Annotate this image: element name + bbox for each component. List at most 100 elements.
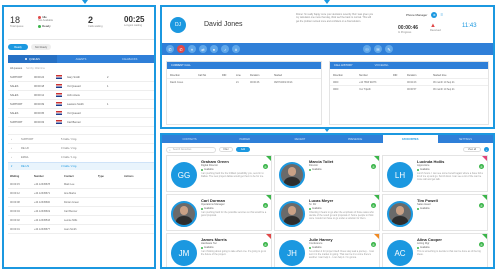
- queue-row[interactable]: SUPPORT 00:00:03 Carl Benner: [8, 118, 154, 127]
- sub-row[interactable]: 00:00:12 +44 12345671 Ana Marks: [8, 189, 154, 198]
- tab-agents[interactable]: AGENTS: [57, 58, 106, 61]
- search-box[interactable]: ⌕ Search favourites: [166, 146, 216, 153]
- current-call-cell: 09/07/2019 09:21: [274, 80, 293, 84]
- directory-tab[interactable]: SETTINGS: [438, 135, 493, 143]
- group-row[interactable]: › RE-UK 0 Calls / 2 Ag.: [8, 143, 154, 152]
- tab-queues[interactable]: QUEUES: [8, 55, 57, 63]
- call-notes: Dinner I'm really happy once your decisi…: [296, 13, 374, 23]
- conference-icon[interactable]: ⚇: [363, 45, 371, 53]
- mute-icon[interactable]: ♪: [221, 45, 229, 53]
- transfer-icon[interactable]: ⇄: [199, 45, 207, 53]
- queue-row[interactable]: SUPPORT 00:00:24 Gary Smith 2: [8, 73, 154, 82]
- group-row[interactable]: › SUPPORT 5 Calls / 3 Ag.: [8, 134, 154, 143]
- favourite-card[interactable]: GG Graham Green Digital Director Available I…: [166, 155, 272, 192]
- flag-icon: [56, 120, 62, 124]
- favourite-card[interactable]: Lucas Meyer Sr. Dir Available Chanting it h…: [274, 194, 380, 231]
- favourite-card[interactable]: LH Lucinda Hollis Apprentice Available Lunch…: [382, 155, 488, 192]
- keypad-icon[interactable]: #: [232, 45, 240, 53]
- ready-button[interactable]: Ready: [8, 44, 28, 50]
- phone-icon[interactable]: ✆: [166, 45, 174, 53]
- view-select[interactable]: View all: [463, 147, 481, 152]
- queue-row-time: 00:00:24: [34, 75, 45, 79]
- current-call-row[interactable]: David Jones 21 00:00:46 09/07/2019 09:21: [167, 78, 321, 85]
- card-status-label: Available: [312, 168, 322, 171]
- call-contact-icon[interactable]: ✆: [263, 203, 268, 208]
- call-contact-icon[interactable]: ✆: [479, 203, 484, 208]
- directory-tabs: CONTACTS PARKED RECENT PRESENCE FAVOURITES SE…: [162, 135, 493, 143]
- call-history-row[interactable]: 0000 +44 7893 91873 00:02:23 06 month 10 Se…: [330, 78, 488, 85]
- call-contact-icon[interactable]: ✆: [371, 242, 376, 247]
- not-ready-button[interactable]: Not Ready: [31, 44, 51, 50]
- group-active[interactable]: ▾ RE-US 3 Calls / 2 Ag.: [8, 162, 154, 170]
- call-contact-icon[interactable]: ✆: [479, 164, 484, 169]
- filter-chip[interactable]: Filter: [219, 147, 233, 152]
- record-icon[interactable]: ●: [210, 45, 218, 53]
- tab-call-history[interactable]: CALL HISTORY: [334, 64, 353, 67]
- note-icon[interactable]: ✎: [385, 45, 393, 53]
- favourite-card[interactable]: AC Alina Cooper Acting Mgr Available This is…: [382, 233, 488, 267]
- sub-row-time: 00:00:01: [10, 227, 20, 231]
- status-dot-icon: [417, 207, 419, 210]
- directory-tab[interactable]: PARKED: [217, 135, 272, 143]
- queue-row[interactable]: SALES 00:00:18 Yet Queued 1: [8, 82, 154, 91]
- call-toolbar: ✆ ✆ ⏸ ⇄ ● ♪ # ⚇ ✉ ✎: [162, 43, 493, 55]
- favourite-card[interactable]: Marcia Tollet Director Available ✆: [274, 155, 380, 192]
- card-status: Available: [417, 207, 485, 210]
- favourite-card[interactable]: JM James Morris Hardware Tec Available I am …: [166, 233, 272, 267]
- hangup-icon[interactable]: ✆: [177, 45, 185, 53]
- call-contact-icon[interactable]: ✆: [263, 164, 268, 169]
- call-contact-icon[interactable]: ✆: [263, 242, 268, 247]
- sub-row[interactable]: 00:00:01 +44 12345677 Jean Smith: [8, 225, 154, 234]
- queue-row[interactable]: SALES 00:00:12 John Anew: [8, 91, 154, 100]
- flag-icon: [56, 75, 62, 79]
- brand-name: Phone Manager: [406, 13, 428, 17]
- call-status-block: ▲ Received: [430, 23, 441, 32]
- tab-callbacks[interactable]: CALLBACKS: [105, 58, 154, 61]
- queue-row-desc: Yet Queued: [67, 84, 81, 88]
- queue-row[interactable]: SUPPORT 00:00:09 Laurens Smith 1: [8, 100, 154, 109]
- queue-row-name: SALES: [10, 93, 19, 97]
- sub-row[interactable]: 00:00:15 +44 12345678 Mark Lee: [8, 180, 154, 189]
- call-history-row[interactable]: 0000 Yen Tripolli 00:00:57 06 month 10 Sep …: [330, 85, 488, 92]
- sub-row[interactable]: 00:00:08 +44 12345600 Dorian Green: [8, 198, 154, 207]
- add-contact-icon[interactable]: +: [484, 147, 489, 152]
- directory-tab[interactable]: PRESENCE: [328, 135, 383, 143]
- directory-tab[interactable]: RECENT: [272, 135, 327, 143]
- favourite-card[interactable]: JH Julie Harvey Conference Available I've wr…: [274, 233, 380, 267]
- hold-icon[interactable]: ⏸: [188, 45, 196, 53]
- queue-filter[interactable]: All queues Sort by: Wait time: [10, 67, 45, 70]
- call-contact-icon[interactable]: ✆: [371, 164, 376, 169]
- favourite-card[interactable]: Tim Powell Sales Head Available ✆: [382, 194, 488, 231]
- status-stat: Idle Not Available Ready: [38, 15, 74, 28]
- group-row[interactable]: › EMAIL 4 Calls / 1 Ag.: [8, 152, 154, 161]
- queue-panel: 18 Total queue Idle Not Available Ready …: [2, 5, 156, 269]
- card-info: Alina Cooper Acting Mgr Available This is s…: [417, 237, 485, 266]
- sub-header-cell: Type: [98, 174, 104, 178]
- settings-icon[interactable]: ⚙: [431, 12, 438, 18]
- avatar-head: [287, 206, 297, 216]
- tab-voicemail[interactable]: VOICEMAIL: [375, 64, 389, 67]
- call-history-cell: 06 month 10 Sep 21: [433, 80, 455, 84]
- directory-tab[interactable]: FAVOURITES: [382, 135, 438, 143]
- sub-row[interactable]: 00:00:04 +44 12345619 Carl Benner: [8, 207, 154, 216]
- queue-row[interactable]: SALES 00:00:05 Yet Queued: [8, 109, 154, 118]
- tab-current-call[interactable]: CURRENT CALL: [171, 64, 191, 67]
- current-call-header-cell: Call No: [198, 73, 207, 77]
- favourite-card[interactable]: Carl Dorman Operations Manager Available I …: [166, 194, 272, 231]
- call-contact-icon[interactable]: ✆: [479, 242, 484, 247]
- calls-count: 2: [88, 15, 94, 25]
- sub-row[interactable]: 00:00:02 +44 12345543 Leonie Mills: [8, 216, 154, 225]
- avatar-initials: LH: [387, 162, 413, 188]
- sub-table-header: Waiting Number Contact Type Actions: [8, 173, 154, 179]
- add-chip[interactable]: Add: [236, 147, 250, 152]
- current-call-header-cell: Direction: [170, 73, 180, 77]
- queue-row-time: 00:00:09: [34, 102, 45, 106]
- directory-tab[interactable]: CONTACTS: [162, 135, 217, 143]
- search-input[interactable]: Search favourites: [173, 148, 192, 151]
- sub-row-time: 00:00:04: [10, 209, 20, 213]
- flag-icon: [56, 93, 62, 97]
- menu-icon[interactable]: ☰: [440, 13, 443, 17]
- call-contact-icon[interactable]: ✆: [371, 203, 376, 208]
- card-description: [309, 172, 377, 188]
- email-icon[interactable]: ✉: [374, 45, 382, 53]
